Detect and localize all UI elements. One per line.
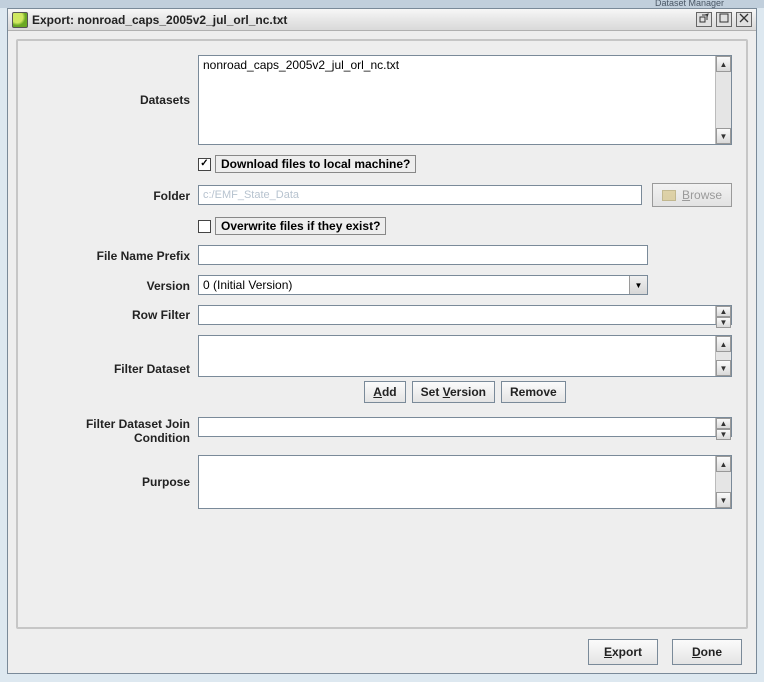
scroll-up-icon[interactable]: ▲ — [716, 336, 731, 352]
label-folder: Folder — [32, 187, 190, 203]
window-title: Export: nonroad_caps_2005v2_jul_orl_nc.t… — [32, 13, 287, 27]
remove-button[interactable]: Remove — [501, 381, 566, 403]
label-filter-dataset: Filter Dataset — [32, 362, 190, 376]
version-select[interactable]: 0 (Initial Version) ▼ — [198, 275, 648, 295]
datasets-list[interactable]: nonroad_caps_2005v2_jul_orl_nc.txt ▲ ▼ — [198, 55, 732, 145]
scroll-down-icon[interactable]: ▼ — [716, 128, 731, 144]
chevron-down-icon[interactable]: ▼ — [629, 276, 647, 294]
purpose-scrollbar[interactable]: ▲ ▼ — [715, 456, 731, 508]
export-window: Export: nonroad_caps_2005v2_jul_orl_nc.t… — [7, 8, 757, 674]
overwrite-checkbox-label: Overwrite files if they exist? — [215, 217, 386, 235]
version-select-value: 0 (Initial Version) — [199, 278, 629, 292]
folder-input — [198, 185, 642, 205]
label-filter-join: Filter Dataset Join Condition — [32, 417, 190, 445]
export-panel: Datasets nonroad_caps_2005v2_jul_orl_nc.… — [16, 39, 748, 629]
add-button[interactable]: Add — [364, 381, 405, 403]
download-checkbox-label: Download files to local machine? — [215, 155, 416, 173]
overwrite-checkbox[interactable] — [198, 220, 211, 233]
done-button[interactable]: Done — [672, 639, 742, 665]
label-version: Version — [32, 277, 190, 293]
scroll-down-icon[interactable]: ▼ — [716, 429, 731, 440]
scroll-down-icon[interactable]: ▼ — [716, 360, 731, 376]
purpose-input[interactable]: ▲ ▼ — [198, 455, 732, 509]
datasets-scrollbar[interactable]: ▲ ▼ — [715, 56, 731, 144]
filter-dataset-input[interactable]: ▲ ▼ — [198, 335, 732, 377]
file-prefix-input[interactable] — [198, 245, 648, 265]
set-version-button[interactable]: Set Version — [412, 381, 495, 403]
filter-join-input[interactable]: ▲ ▼ — [198, 417, 732, 437]
filter-dataset-scrollbar[interactable]: ▲ ▼ — [715, 336, 731, 376]
label-row-filter: Row Filter — [32, 308, 190, 322]
browse-button: Browse — [652, 183, 732, 207]
download-checkbox[interactable] — [198, 158, 211, 171]
datasets-list-item[interactable]: nonroad_caps_2005v2_jul_orl_nc.txt — [203, 58, 711, 72]
scroll-up-icon[interactable]: ▲ — [716, 56, 731, 72]
folder-icon — [662, 190, 676, 201]
app-icon — [12, 12, 28, 28]
filter-join-scrollbar[interactable]: ▲ ▼ — [715, 418, 731, 436]
label-datasets: Datasets — [32, 93, 190, 107]
scroll-up-icon[interactable]: ▲ — [716, 456, 731, 472]
label-purpose: Purpose — [32, 475, 190, 489]
scroll-up-icon[interactable]: ▲ — [716, 418, 731, 429]
titlebar: Export: nonroad_caps_2005v2_jul_orl_nc.t… — [8, 9, 756, 31]
label-file-prefix: File Name Prefix — [32, 247, 190, 263]
scroll-down-icon[interactable]: ▼ — [716, 492, 731, 508]
window-close-icon[interactable] — [736, 12, 752, 27]
row-filter-scrollbar[interactable]: ▲ ▼ — [715, 306, 731, 324]
scroll-up-icon[interactable]: ▲ — [716, 306, 731, 317]
window-detach-icon[interactable] — [696, 12, 712, 27]
scroll-down-icon[interactable]: ▼ — [716, 317, 731, 328]
row-filter-input[interactable]: ▲ ▼ — [198, 305, 732, 325]
window-maximize-icon[interactable] — [716, 12, 732, 27]
background-tab-hint: Dataset Manager — [655, 0, 724, 8]
export-button[interactable]: Export — [588, 639, 658, 665]
